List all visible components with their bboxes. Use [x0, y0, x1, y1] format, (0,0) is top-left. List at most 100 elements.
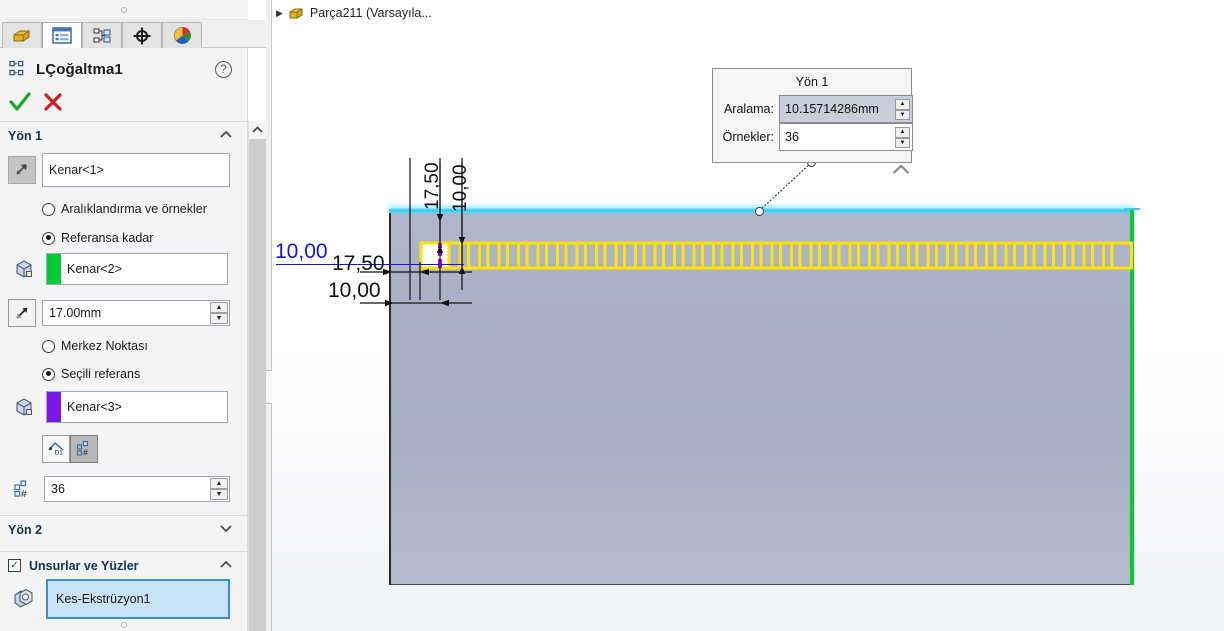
feature-list-item[interactable]: Kes-Ekstrüzyon1: [46, 579, 230, 619]
dim-blue-10-00[interactable]: 10,00: [275, 240, 328, 264]
direction1-instances-stepper[interactable]: ▲ ▼: [210, 478, 228, 500]
callout-spacing-row: Aralama: 10.15714286mm ▲ ▼: [713, 95, 913, 123]
stepper-down[interactable]: ▼: [895, 137, 910, 148]
direction1-seed-row: Kenar<3>: [0, 391, 248, 423]
check-icon: [9, 92, 31, 111]
leader-anchor-icon[interactable]: [755, 207, 764, 216]
pattern-instance: [575, 241, 607, 270]
property-list-icon: [52, 27, 72, 44]
property-manager-scrollbar[interactable]: [248, 121, 266, 631]
display-manager-tab[interactable]: [122, 22, 162, 48]
stepper-down[interactable]: ▼: [210, 313, 228, 324]
callout-instances-stepper[interactable]: ▲ ▼: [895, 127, 910, 148]
color-ball-icon: [173, 27, 191, 44]
pattern-instance: [653, 241, 685, 270]
cancel-button[interactable]: [42, 91, 66, 117]
direction1-instances-value: 36: [51, 482, 65, 496]
pattern-instance: [829, 241, 860, 270]
callout-collapse-chevron-icon[interactable]: [892, 164, 910, 175]
direction-arrow-icon[interactable]: [8, 156, 36, 184]
stepper-down[interactable]: ▼: [210, 489, 228, 500]
pattern-instance: [926, 241, 958, 270]
direction1-instances-input[interactable]: 36 ▲ ▼: [44, 476, 230, 502]
section-direction1-header[interactable]: Yön 1: [0, 121, 248, 149]
stepper-up[interactable]: ▲: [895, 127, 910, 138]
direction1-reference-text: Kenar<2>: [67, 262, 122, 276]
pattern-instance: [517, 241, 548, 270]
reference-geometry-icon: [10, 255, 38, 283]
radio-up-to-reference-label: Referansa kadar: [61, 231, 154, 245]
offset-distance-icon[interactable]: [8, 299, 36, 327]
close-icon: [44, 93, 62, 111]
direction1-edge-field[interactable]: Kenar<1>: [42, 153, 230, 187]
callout-spacing-stepper[interactable]: ▲ ▼: [895, 99, 910, 120]
chevron-up-icon[interactable]: [220, 560, 232, 572]
panel-bottom-handle[interactable]: [121, 622, 127, 628]
direction1-reference-row: Kenar<2>: [0, 253, 248, 285]
section-features-faces-title: Unsurlar ve Yüzler: [29, 558, 139, 573]
appearances-tab[interactable]: [162, 22, 202, 48]
chevron-up-icon[interactable]: [220, 130, 232, 142]
callout-spacing-value: 10.15714286mm: [785, 102, 879, 116]
property-manager-tab[interactable]: [42, 22, 82, 48]
seed-color-chip: [47, 392, 61, 422]
linear-pattern-icon: [9, 60, 24, 76]
pattern-instance: [770, 241, 802, 270]
pattern-instance: [595, 241, 626, 270]
section-features-faces-header[interactable]: ✓ Unsurlar ve Yüzler: [0, 551, 248, 579]
svg-text:D1: D1: [55, 449, 64, 456]
pattern-instance: [692, 241, 724, 270]
pattern-instance: [887, 241, 919, 270]
configuration-manager-tab[interactable]: [82, 22, 122, 48]
radio-indicator: [42, 339, 55, 353]
pattern-instance: [1082, 241, 1114, 270]
radio-up-to-reference[interactable]: Referansa kadar: [0, 231, 248, 245]
pattern-instance: [634, 241, 665, 270]
callout-spacing-input[interactable]: 10.15714286mm ▲ ▼: [779, 95, 913, 123]
accept-button[interactable]: [8, 91, 32, 117]
radio-indicator: [42, 367, 55, 381]
dim-horizontal-17-50[interactable]: 17,50: [332, 252, 385, 276]
cut-extrude-icon: [10, 585, 38, 613]
features-faces-checkbox[interactable]: ✓: [8, 559, 21, 572]
radio-indicator: [42, 202, 55, 216]
direction1-seed-field[interactable]: Kenar<3>: [46, 391, 228, 423]
feature-manager-tab[interactable]: [2, 22, 42, 48]
radio-spacing-and-instances[interactable]: Aralıklandırma ve örnekler: [0, 202, 248, 216]
chevron-down-icon[interactable]: [220, 524, 232, 536]
radio-indicator: [42, 231, 55, 245]
direction1-offset-input[interactable]: 17.00mm ▲ ▼: [42, 300, 230, 326]
stepper-up[interactable]: ▲: [210, 478, 228, 489]
spacing-toggle-D1[interactable]: D1: [42, 435, 70, 463]
configuration-icon: [93, 28, 111, 42]
svg-text:#: #: [21, 489, 27, 500]
help-icon[interactable]: ?: [215, 61, 232, 78]
instance-count-toggle[interactable]: #: [70, 435, 98, 463]
crosshair-icon: [133, 27, 151, 44]
dim-vertical-17-50[interactable]: 17,50: [422, 162, 444, 210]
direction1-offset-stepper[interactable]: ▲ ▼: [210, 302, 228, 324]
callout-instances-input[interactable]: 36 ▲ ▼: [779, 123, 913, 151]
dim-vertical-10-00[interactable]: 10,00: [450, 164, 472, 212]
scrollbar-thumb[interactable]: [249, 139, 266, 631]
radio-centroid[interactable]: Merkez Noktası: [0, 339, 248, 353]
features-faces-list-row: Kes-Ekstrüzyon1: [0, 579, 248, 619]
stepper-up[interactable]: ▲: [210, 302, 228, 313]
pattern-instance: [1024, 241, 1055, 270]
direction1-callout[interactable]: Yön 1 Aralama: 10.15714286mm ▲ ▼ Örnekle…: [712, 68, 913, 163]
stepper-down[interactable]: ▼: [895, 109, 910, 120]
direction1-offset-value: 17.00mm: [49, 306, 102, 320]
section-direction2-title: Yön 2: [8, 522, 43, 537]
pattern-instance: [985, 241, 1016, 270]
panel-collapse-handle[interactable]: [121, 6, 127, 13]
pattern-instance: [965, 241, 997, 270]
stepper-up[interactable]: ▲: [895, 99, 910, 110]
radio-selected-reference[interactable]: Seçili referans: [0, 367, 248, 381]
direction1-reference-field[interactable]: Kenar<2>: [46, 253, 228, 285]
section-direction2-header[interactable]: Yön 2: [0, 515, 248, 543]
dim-horizontal-10-00[interactable]: 10,00: [328, 279, 381, 303]
scrollbar-up-button[interactable]: [249, 121, 266, 139]
pattern-instance: [790, 241, 821, 270]
pattern-instance: [458, 241, 490, 270]
graphics-area[interactable]: ▶ Parça211 (Varsayıla... 17,50 10,00 10,…: [272, 0, 1224, 631]
